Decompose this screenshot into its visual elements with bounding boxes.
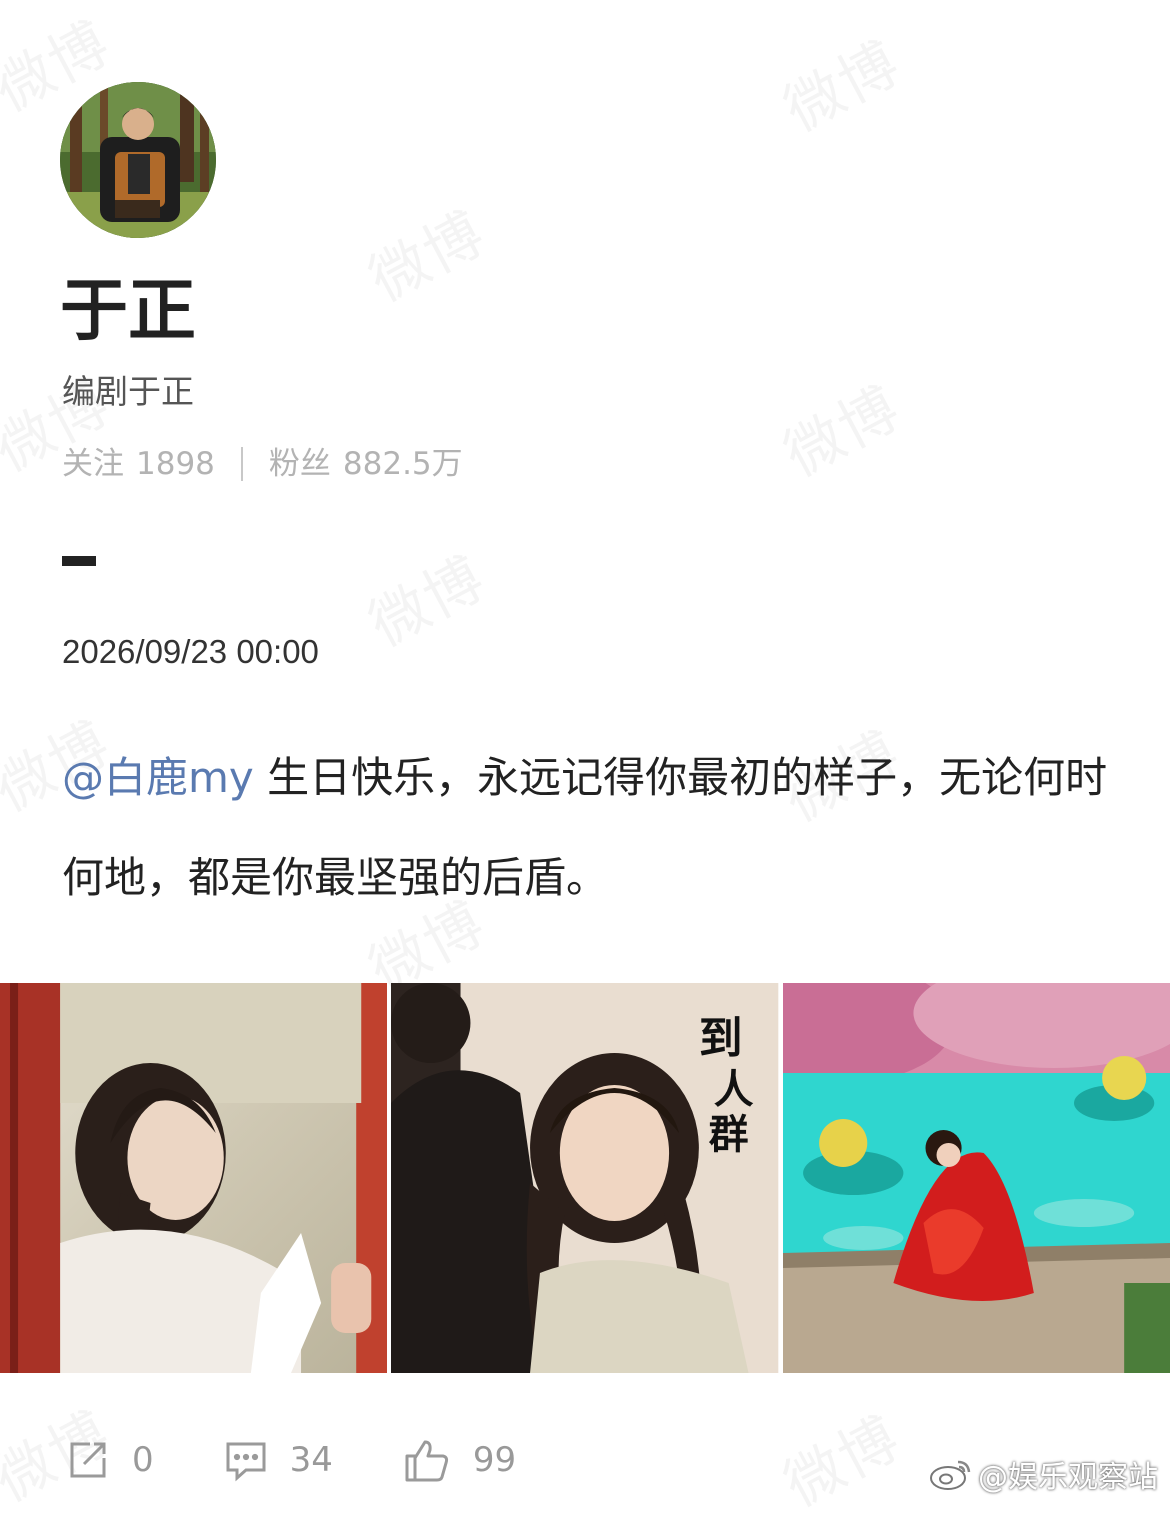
repost-icon <box>66 1438 110 1482</box>
thumbs-up-icon <box>403 1436 451 1484</box>
like-count: 99 <box>472 1440 517 1480</box>
svg-text:人: 人 <box>714 1067 754 1113</box>
watermark: 微博 <box>352 187 497 318</box>
post-timestamp: 2026/09/23 00:00 <box>62 633 319 670</box>
profile-stats: 关注 1898 粉丝 882.5万 <box>62 442 463 486</box>
comment-count: 34 <box>289 1440 333 1480</box>
profile-subtitle: 编剧于正 <box>62 372 194 411</box>
repost-count: 0 <box>132 1440 154 1480</box>
avatar[interactable] <box>60 82 216 238</box>
followers-count[interactable]: 882.5万 <box>343 442 463 486</box>
post-photo-1[interactable] <box>0 983 388 1373</box>
following-label[interactable]: 关注 <box>62 442 124 486</box>
watermark: 微博 <box>767 362 912 493</box>
watermark: 微博 <box>352 532 497 663</box>
following-count[interactable]: 1898 <box>136 442 215 486</box>
profile-name[interactable]: 于正 <box>60 272 196 352</box>
watermark: 微博 <box>767 1392 912 1522</box>
followers-label[interactable]: 粉丝 <box>269 442 331 486</box>
svg-text:群: 群 <box>709 1112 749 1158</box>
post-photo-3[interactable] <box>782 983 1170 1373</box>
comment-icon <box>224 1438 268 1482</box>
post-photo-2[interactable]: 到 人 群 <box>391 983 779 1373</box>
like-button[interactable]: 99 <box>403 1436 516 1484</box>
repost-button[interactable]: 0 <box>66 1438 154 1482</box>
credit-text: @娱乐观察站 <box>978 1460 1158 1495</box>
photo-grid: 到 人 群 <box>0 983 1170 1373</box>
mention-link[interactable]: @白鹿my <box>62 753 254 802</box>
watermark: 微博 <box>767 17 912 148</box>
stats-divider <box>240 447 243 481</box>
section-divider <box>62 556 96 566</box>
action-bar: 0 34 99 <box>66 1430 586 1490</box>
comment-button[interactable]: 34 <box>224 1438 333 1482</box>
svg-text:到: 到 <box>699 1013 743 1064</box>
source-credit: @娱乐观察站 <box>928 1452 1158 1496</box>
weibo-logo-icon <box>928 1456 974 1492</box>
post-body: @白鹿my 生日快乐，永远记得你最初的样子，无论何时何地，都是你最坚强的后盾。 <box>62 728 1122 928</box>
